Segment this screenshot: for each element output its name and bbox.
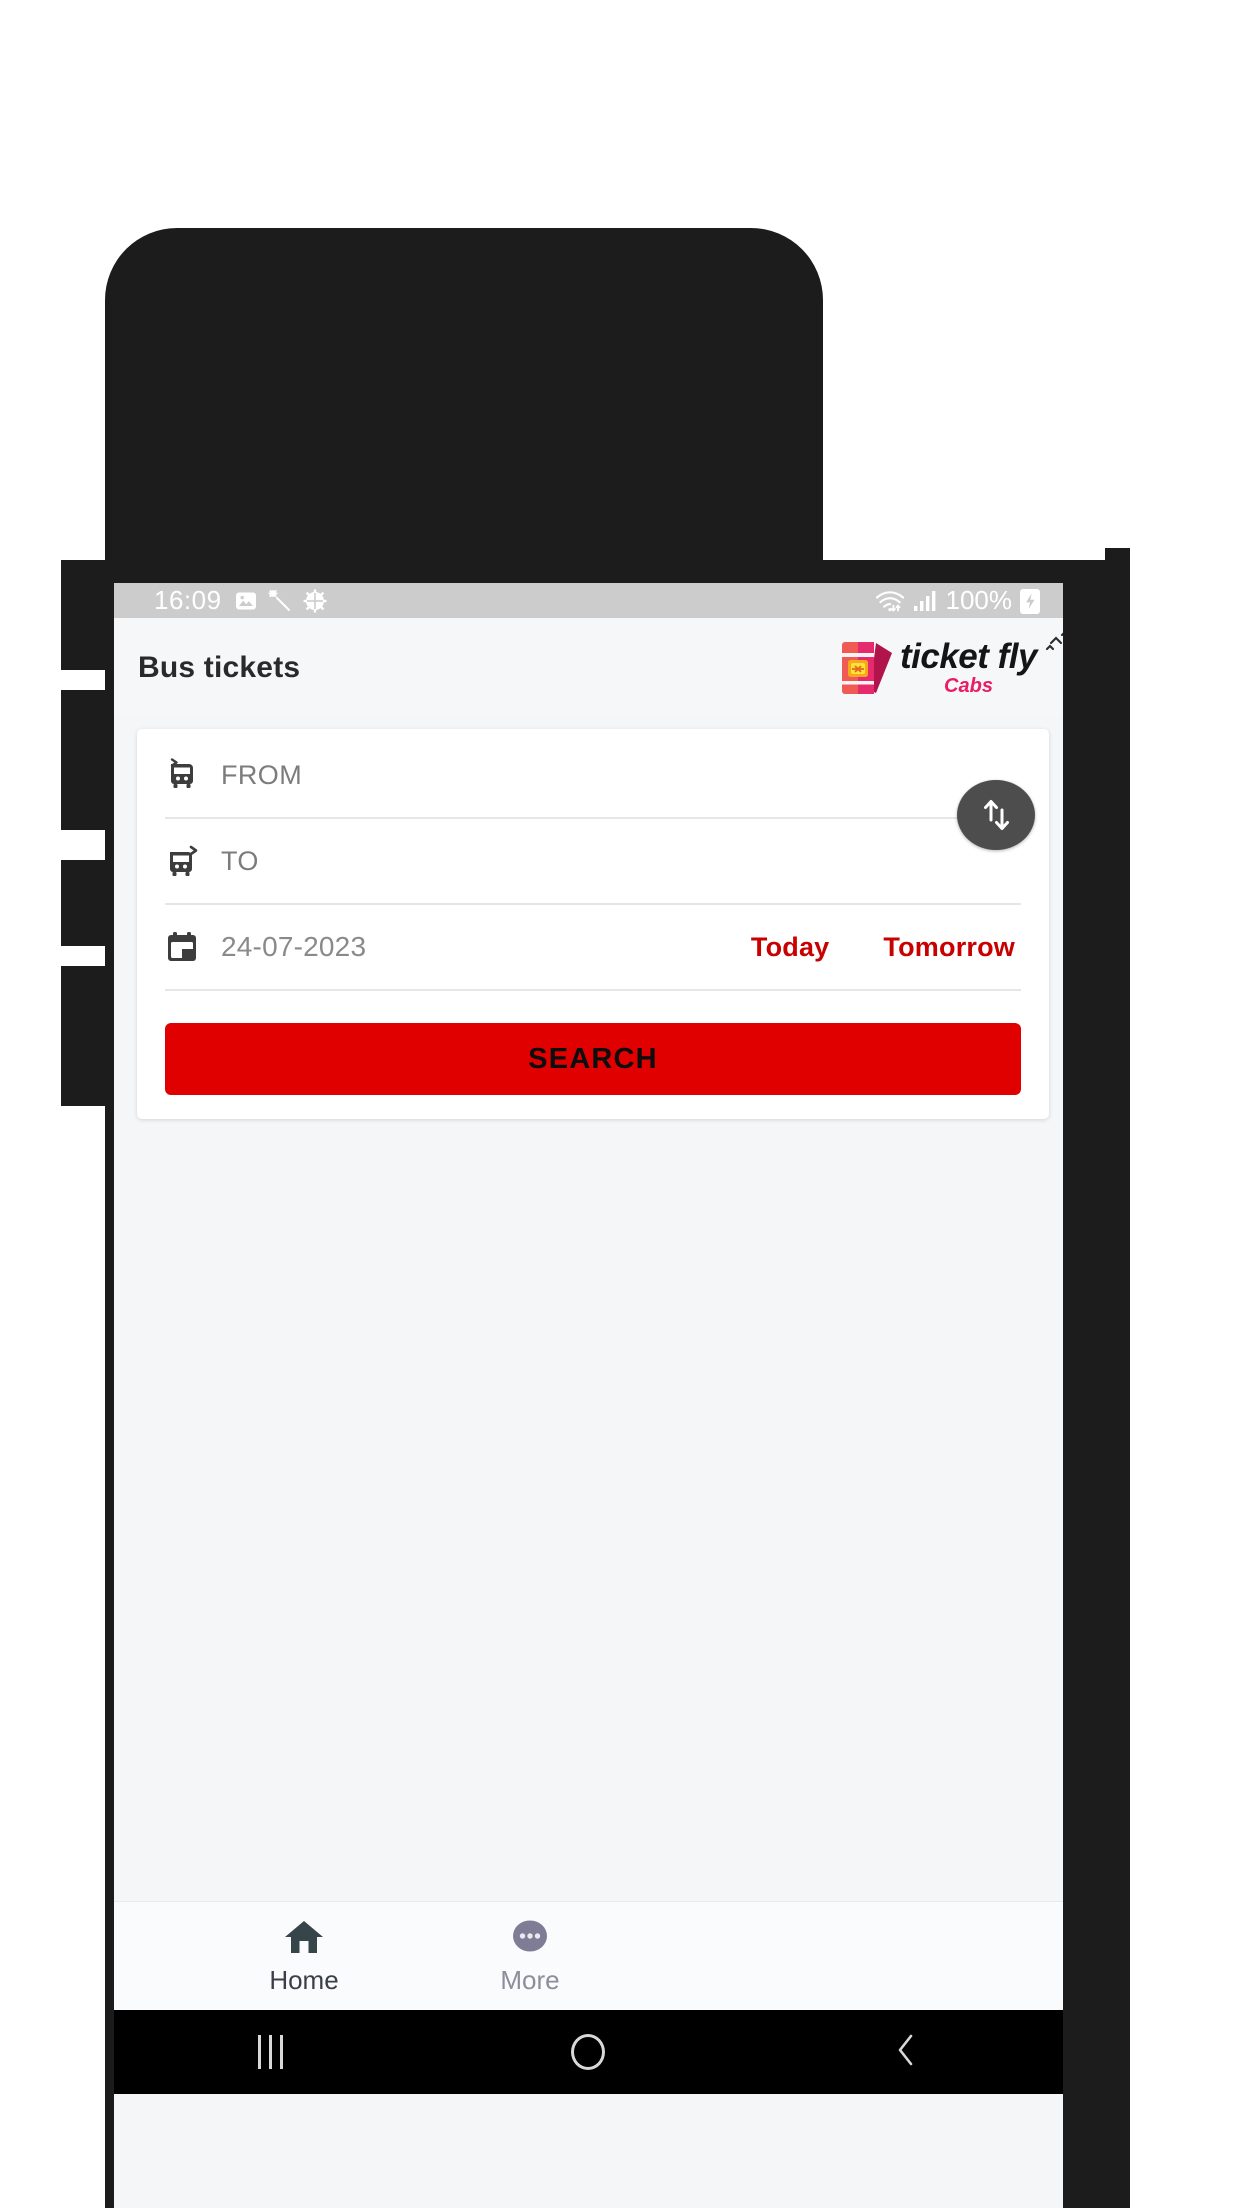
from-field-row[interactable]: FROM: [165, 733, 1035, 850]
android-system-nav: [114, 2010, 1063, 2094]
nav-label-more: More: [500, 1965, 560, 1995]
quick-date-buttons: Today Tomorrow: [751, 932, 1021, 963]
nav-item-more[interactable]: More: [470, 1916, 590, 1996]
to-field-row[interactable]: TO: [165, 819, 1021, 905]
bus-departure-icon: [165, 758, 209, 792]
date-field-row[interactable]: 24-07-2023 Today Tomorrow: [165, 905, 1021, 991]
nav-item-home[interactable]: Home: [244, 1916, 364, 1996]
home-icon: [282, 1916, 326, 1961]
power-button[interactable]: [61, 860, 107, 946]
home-circle-icon[interactable]: [571, 2034, 605, 2070]
status-bar-right-icons: 100%: [874, 585, 1042, 616]
swap-vertical-icon: [984, 800, 1009, 830]
ticket-logo-icon: [836, 637, 896, 699]
search-card: FROM TO 24-07-2023 Today Tomorrow SEARCH: [137, 729, 1049, 1119]
image-icon: [234, 589, 258, 613]
page-title: Bus tickets: [138, 650, 301, 684]
brand-name: ticket fly: [900, 637, 1038, 676]
to-field-label: TO: [221, 845, 259, 876]
magic-wand-icon: [267, 588, 293, 614]
gear-icon: [302, 588, 328, 614]
bottom-navigation: Home More: [114, 1901, 1063, 2010]
battery-percent-label: 100%: [945, 585, 1013, 615]
app-bar: Bus tickets ticket fly Cabs: [114, 618, 1063, 717]
status-bar-clock: 16:09: [154, 585, 222, 615]
phone-screen: 16:09 100% Bus tickets ticket fly Cabs F…: [114, 583, 1063, 2208]
wifi-icon: [874, 588, 906, 614]
empty-content-area: [114, 1119, 1063, 1901]
bixby-button[interactable]: [61, 966, 107, 1106]
side-button-right[interactable]: [1105, 548, 1130, 703]
birds-icon: [1021, 627, 1063, 666]
status-bar: 16:09 100%: [114, 583, 1063, 618]
back-chevron-icon[interactable]: [893, 2030, 919, 2075]
from-field-label: FROM: [221, 759, 303, 790]
signal-icon: [913, 589, 939, 613]
search-button[interactable]: SEARCH: [165, 1023, 1021, 1095]
selected-date-value: 24-07-2023: [221, 931, 367, 962]
status-bar-left-icons: [234, 588, 328, 614]
tomorrow-button[interactable]: Tomorrow: [883, 932, 1015, 963]
brand-subtitle: Cabs: [944, 675, 993, 697]
swap-locations-button[interactable]: [957, 780, 1035, 850]
volume-up-button[interactable]: [61, 560, 107, 670]
today-button[interactable]: Today: [751, 932, 830, 963]
battery-charging-icon: [1019, 587, 1041, 615]
nav-label-home: Home: [269, 1965, 339, 1995]
brand-logo: ticket fly Cabs: [836, 632, 1063, 699]
recents-icon[interactable]: [258, 2035, 283, 2069]
screenshot-root: 16:09 100% Bus tickets ticket fly Cabs F…: [0, 0, 1242, 2208]
volume-down-button[interactable]: [61, 690, 107, 830]
brand-wordmark: ticket fly Cabs: [900, 632, 1063, 697]
calendar-icon: [165, 930, 209, 964]
bus-arrival-icon: [165, 844, 209, 878]
more-dots-icon: [508, 1916, 552, 1961]
